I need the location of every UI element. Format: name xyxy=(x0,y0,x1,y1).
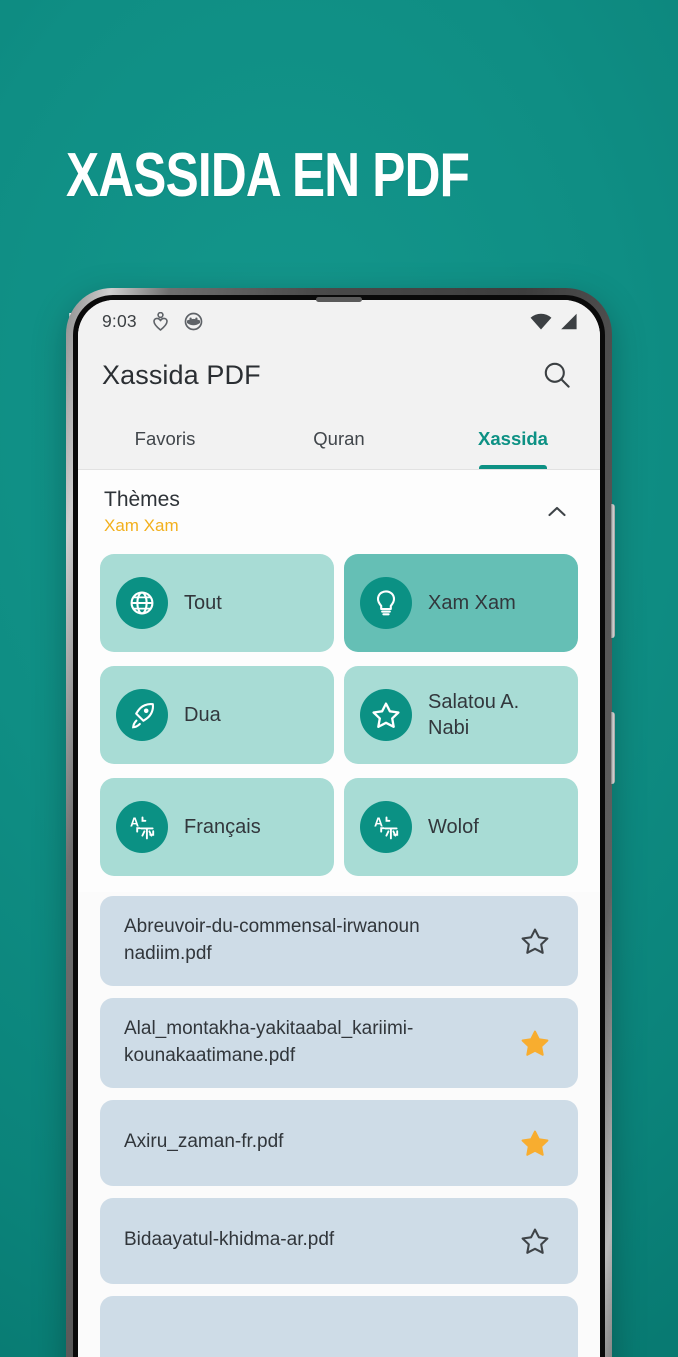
star-filled-icon[interactable] xyxy=(514,1122,556,1164)
star-outline-icon[interactable] xyxy=(514,920,556,962)
list-item[interactable] xyxy=(100,1295,578,1357)
theme-chip-francais-label: Français xyxy=(184,815,261,838)
theme-chip-xam-xam-label: Xam Xam xyxy=(428,591,516,614)
theme-chip-wolof[interactable]: A Wolof xyxy=(344,778,578,876)
star-outline-icon[interactable] xyxy=(514,1220,556,1262)
pdf-file-name: Abreuvoir-du-commensal-irwanoun nadiim.p… xyxy=(124,916,420,964)
volume-button[interactable] xyxy=(611,504,615,638)
star-filled-icon[interactable] xyxy=(514,1022,556,1064)
face-mask-icon xyxy=(184,312,203,331)
theme-chip-wolof-label: Wolof xyxy=(428,815,479,838)
list-item[interactable]: Abreuvoir-du-commensal-irwanoun nadiim.p… xyxy=(100,896,578,986)
theme-chip-tout-label: Tout xyxy=(184,591,222,614)
theme-chip-francais[interactable]: A Français xyxy=(100,778,334,876)
translate-icon: A xyxy=(116,801,168,853)
list-item[interactable]: Axiru_zaman-fr.pdf xyxy=(100,1099,578,1186)
translate-icon: A xyxy=(360,801,412,853)
tab-bar: Favoris Quran Xassida xyxy=(78,408,600,470)
theme-chip-tout[interactable]: Tout xyxy=(100,554,334,652)
theme-chip-dua-label: Dua xyxy=(184,703,221,726)
tab-xassida-label: Xassida xyxy=(478,427,548,449)
tab-active-indicator xyxy=(479,465,547,469)
tab-xassida[interactable]: Xassida xyxy=(426,408,600,469)
themes-chip-grid: Tout Xam Xam Dua Salatou A. Nabi A Franç… xyxy=(78,550,600,892)
power-button[interactable] xyxy=(611,712,615,784)
theme-chip-xam-xam[interactable]: Xam Xam xyxy=(344,554,578,652)
phone-screen: 9:03 Xassida PDF Favoris Quran Xassida T… xyxy=(78,300,600,1357)
tab-quran-label: Quran xyxy=(313,427,365,449)
cellular-signal-icon xyxy=(559,313,578,330)
list-item[interactable]: Alal_montakha-yakitaabal_kariimi-kounaka… xyxy=(100,997,578,1088)
page-title: Xassida PDF xyxy=(102,359,261,390)
status-bar: 9:03 xyxy=(78,300,600,342)
theme-chip-salatou-a-nabi-label: Salatou A. Nabi xyxy=(428,690,520,739)
tab-favoris[interactable]: Favoris xyxy=(78,408,252,469)
theme-chip-dua[interactable]: Dua xyxy=(100,666,334,764)
themes-header-texts: Thèmes Xam Xam xyxy=(104,488,180,536)
themes-selected-label: Xam Xam xyxy=(104,516,179,535)
list-item[interactable]: Bidaayatul-khidma-ar.pdf xyxy=(100,1197,578,1284)
pdf-list: Abreuvoir-du-commensal-irwanoun nadiim.p… xyxy=(78,892,600,1357)
earpiece-notch xyxy=(316,297,362,302)
star-icon xyxy=(360,689,412,741)
heart-pin-icon xyxy=(153,311,168,331)
promo-headline-line-1: XASSIDA EN PDF xyxy=(66,141,470,210)
pdf-file-name: Alal_montakha-yakitaabal_kariimi-kounaka… xyxy=(124,1017,414,1066)
rocket-icon xyxy=(116,689,168,741)
lightbulb-icon xyxy=(360,577,412,629)
tab-favoris-label: Favoris xyxy=(134,427,196,449)
themes-section-header[interactable]: Thèmes Xam Xam xyxy=(78,470,600,550)
themes-title: Thèmes xyxy=(104,488,180,511)
theme-chip-salatou-a-nabi[interactable]: Salatou A. Nabi xyxy=(344,666,578,764)
phone-mockup: 9:03 Xassida PDF Favoris Quran Xassida T… xyxy=(66,288,615,1357)
pdf-file-name: Axiru_zaman-fr.pdf xyxy=(124,1131,284,1153)
pdf-file-name: Bidaayatul-khidma-ar.pdf xyxy=(124,1229,335,1251)
app-bar: Xassida PDF xyxy=(78,342,600,408)
tab-quran[interactable]: Quran xyxy=(252,408,426,469)
status-time: 9:03 xyxy=(102,310,137,331)
search-icon[interactable] xyxy=(536,354,578,396)
wifi-icon xyxy=(530,313,552,330)
status-right-icons xyxy=(530,313,578,330)
chevron-up-icon[interactable] xyxy=(540,495,574,529)
globe-icon xyxy=(116,577,168,629)
phone-bezel: 9:03 Xassida PDF Favoris Quran Xassida T… xyxy=(73,295,605,1357)
